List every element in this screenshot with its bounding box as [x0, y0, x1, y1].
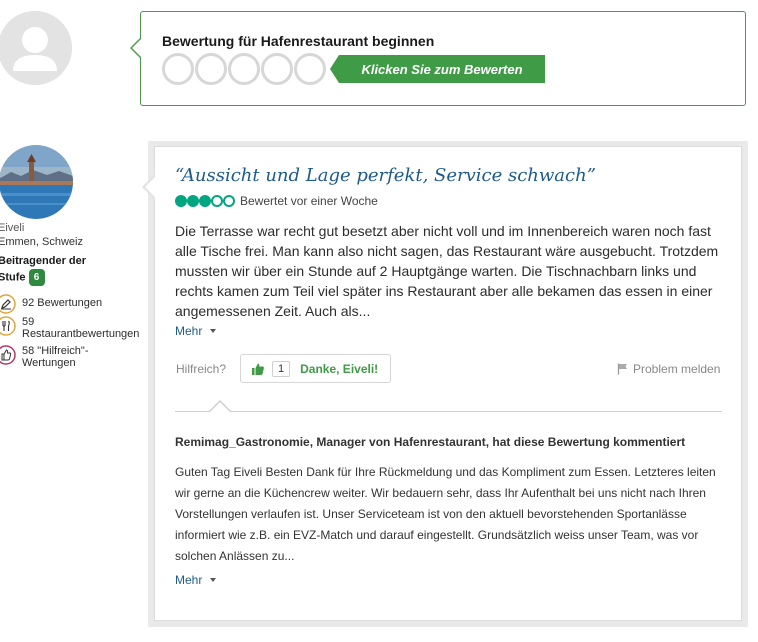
stat-reviews-text: 92 Bewertungen — [22, 297, 103, 309]
review-rating: Bewertet vor einer Woche — [175, 194, 378, 208]
lake-landscape-icon — [0, 145, 73, 219]
thanks-count: 1 — [272, 360, 291, 377]
reviewer-name[interactable]: Eiveli — [0, 222, 24, 234]
report-problem-link[interactable]: Problem melden — [617, 362, 720, 376]
review-more-link[interactable]: Mehr — [175, 324, 217, 338]
reviewer-avatar[interactable] — [0, 145, 73, 219]
rating-bubble-filled — [187, 195, 199, 207]
user-silhouette-icon — [0, 11, 72, 85]
rating-bubble-filled — [175, 195, 187, 207]
thumbs-up-icon — [251, 362, 265, 376]
rating-bubble-3[interactable] — [228, 53, 260, 85]
stat-restaurant-reviews-text: 59 Restaurantbewertungen — [22, 316, 140, 340]
chevron-down-icon — [210, 329, 217, 333]
write-review-title: Bewertung für Hafenrestaurant beginnen — [162, 33, 435, 49]
management-response-title: Remimag_Gastronomie, Manager von Hafenre… — [175, 435, 686, 449]
rating-bubble-1[interactable] — [162, 53, 194, 85]
stat-restaurant-reviews: 59 Restaurantbewertungen — [0, 316, 146, 340]
management-response-body: Guten Tag Eiveli Besten Dank für Ihre Rü… — [175, 465, 716, 563]
review-title[interactable]: “Aussicht und Lage perfekt, Service schw… — [175, 165, 596, 186]
chevron-down-icon — [210, 578, 217, 582]
thumbs-up-icon — [0, 345, 16, 365]
rating-bubble-empty — [223, 195, 235, 207]
review-date: Bewertet vor einer Woche — [240, 194, 378, 208]
rating-bubble-empty — [211, 195, 223, 207]
response-more-label[interactable]: Mehr — [175, 573, 202, 587]
rating-bubble-4[interactable] — [261, 53, 293, 85]
stat-helpful-votes-text: 58 "Hilfreich"-Wertungen — [22, 345, 89, 369]
thanks-button[interactable]: 1 Danke, Eiveli! — [240, 354, 391, 383]
rating-bubble-filled — [199, 195, 211, 207]
pencil-icon — [0, 294, 16, 314]
stat-helpful-votes: 58 "Hilfreich"-Wertungen — [0, 345, 146, 369]
restaurant-icon — [0, 316, 16, 336]
click-to-rate-button[interactable]: Klicken Sie zum Bewerten — [330, 55, 545, 83]
flag-icon — [617, 363, 633, 375]
rating-bubble-5[interactable] — [294, 53, 326, 85]
review-more-label[interactable]: Mehr — [175, 324, 202, 338]
rating-bubbles-input[interactable] — [162, 53, 326, 85]
contributor-level: Beitragender der Stufe 6 — [0, 253, 108, 286]
response-divider — [175, 411, 722, 412]
reviewer-location: Emmen, Schweiz — [0, 236, 83, 248]
report-problem-label[interactable]: Problem melden — [633, 362, 720, 376]
helpful-label: Hilfreich? — [176, 362, 227, 376]
rating-bubble-2[interactable] — [195, 53, 227, 85]
response-more-link[interactable]: Mehr — [175, 573, 217, 587]
thanks-label: Danke, Eiveli! — [300, 361, 379, 376]
user-avatar-placeholder[interactable] — [0, 11, 72, 85]
level-badge: 6 — [28, 269, 45, 286]
write-review-box: Bewertung für Hafenrestaurant beginnen K… — [130, 11, 746, 106]
review-body: Die Terrasse war recht gut besetzt aber … — [175, 223, 719, 319]
stat-reviews: 92 Bewertungen — [0, 294, 102, 314]
